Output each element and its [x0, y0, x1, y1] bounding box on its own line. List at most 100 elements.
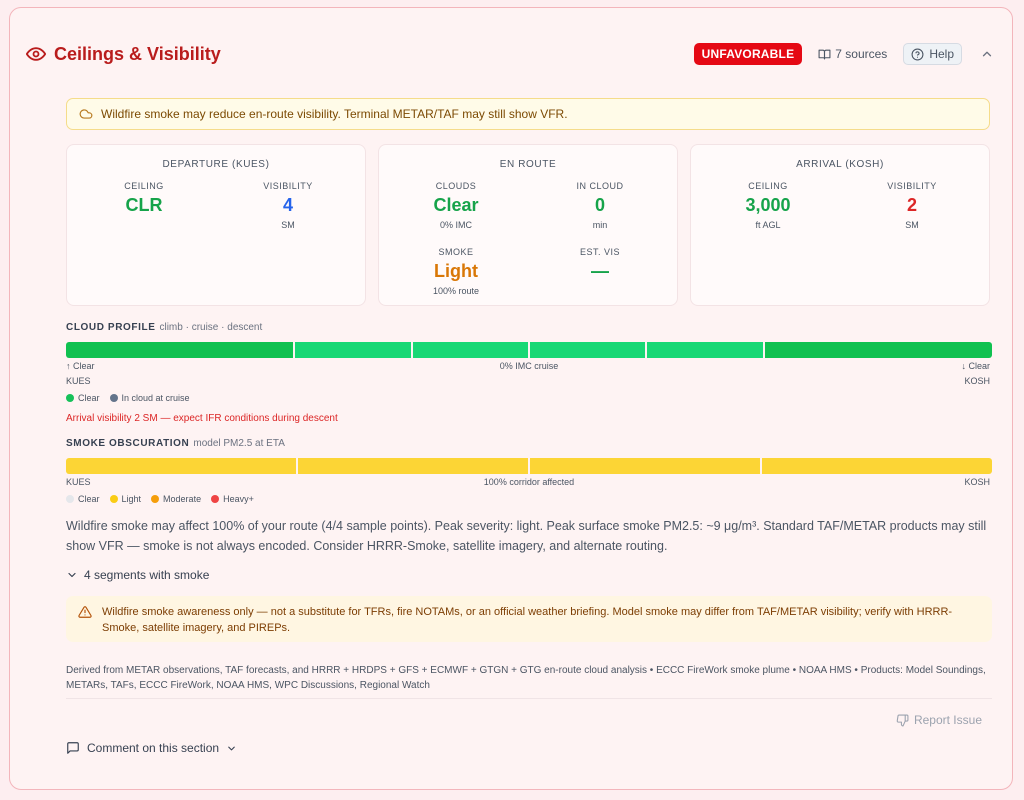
- legend-label: In cloud at cruise: [121, 393, 190, 403]
- bar-segment: [66, 458, 298, 474]
- arrival-title: ARRIVAL (KOSH): [796, 159, 884, 170]
- book-icon: [818, 49, 831, 59]
- divider: [66, 698, 992, 699]
- departure-visibility-value: 4: [282, 195, 293, 215]
- bar-segment: [762, 458, 992, 474]
- legend-dot: [109, 394, 118, 402]
- cloud-profile-subtitle: climb · cruise · descent: [159, 322, 263, 333]
- enroute-incloud-unit: min: [592, 220, 608, 230]
- ceilings-visibility-card: Ceilings & Visibility UNFAVORABLE 7 sour…: [9, 7, 1013, 790]
- data-sources-text: Derived from METAR observations, TAF for…: [66, 665, 986, 691]
- departure-ceiling-value: CLR: [125, 195, 163, 215]
- departure-title: DEPARTURE (KUES): [162, 159, 270, 170]
- departure-ceiling: CEILING CLR: [69, 181, 219, 217]
- bar-segment: [764, 342, 992, 358]
- collapse-button[interactable]: [978, 45, 996, 63]
- segments-toggle[interactable]: 4 segments with smoke: [66, 568, 209, 582]
- enroute-incloud: IN CLOUD 0 min: [525, 181, 675, 230]
- enroute-clouds: CLOUDS Clear 0% IMC: [381, 181, 531, 230]
- bar-segment: [412, 342, 531, 358]
- arrival-ceiling-value: 3,000: [745, 195, 791, 215]
- legend-label: Light: [121, 494, 142, 504]
- arrival-panel: ARRIVAL (KOSH) CEILING 3,000 ft AGL VISI…: [690, 144, 990, 306]
- arrival-ceiling-label: CEILING: [748, 181, 788, 191]
- chevron-down-icon: [68, 572, 76, 578]
- eye-icon: [26, 47, 46, 61]
- enroute-clouds-value: Clear: [433, 195, 479, 215]
- departure-visibility: VISIBILITY 4 SM: [213, 181, 363, 230]
- enroute-incloud-label: IN CLOUD: [576, 181, 624, 191]
- legend-dot: [151, 495, 160, 503]
- enroute-title: EN ROUTE: [499, 159, 557, 170]
- smoke-heading: SMOKE OBSCURATION model PM2.5 at ETA: [66, 438, 285, 449]
- chevron-up-icon: [982, 51, 992, 57]
- arrival-ceiling-unit: ft AGL: [755, 220, 781, 230]
- legend-item-heavy: Heavy+: [211, 494, 254, 504]
- legend-item-moderate: Moderate: [151, 494, 201, 504]
- section-title[interactable]: Ceilings & Visibility: [26, 44, 221, 65]
- legend-item-clear: Clear: [66, 393, 100, 403]
- disclaimer-notice: Wildfire smoke awareness only — not a su…: [66, 596, 992, 642]
- legend-dot: [109, 495, 118, 503]
- smoke-to: KOSH: [964, 477, 990, 487]
- cloud-profile-center-note: 0% IMC cruise: [499, 361, 559, 371]
- departure-visibility-label: VISIBILITY: [263, 181, 313, 191]
- enroute-incloud-value: 0: [594, 195, 605, 215]
- disclaimer-text: Wildfire smoke awareness only — not a su…: [102, 606, 953, 634]
- report-issue-label: Report Issue: [913, 713, 982, 727]
- enroute-smoke-label: SMOKE: [438, 247, 474, 257]
- bar-segment: [295, 342, 413, 358]
- smoke-bar: [66, 458, 992, 474]
- smoke-legend: Clear Light Moderate Heavy+: [66, 494, 254, 504]
- enroute-clouds-sub: 0% IMC: [439, 220, 472, 230]
- warning-triangle-icon: [78, 606, 92, 618]
- bar-segment: [647, 342, 765, 358]
- smoke-center-note: 100% corridor affected: [483, 477, 575, 487]
- enroute-panel: EN ROUTE CLOUDS Clear 0% IMC IN CLOUD 0 …: [378, 144, 678, 306]
- help-button[interactable]: Help: [903, 43, 962, 65]
- report-issue-button[interactable]: Report Issue: [896, 713, 982, 727]
- legend-label: Clear: [78, 494, 100, 504]
- arrival-visibility-unit: SM: [905, 220, 919, 230]
- cloud-smoke-icon: [79, 109, 93, 119]
- message-square-icon: [67, 742, 79, 754]
- cloud-profile-to: KOSH: [964, 376, 990, 386]
- section-title-text: Ceilings & Visibility: [54, 43, 221, 64]
- comment-label: Comment on this section: [87, 741, 220, 755]
- legend-dot: [66, 394, 74, 402]
- comment-toggle[interactable]: Comment on this section: [66, 741, 237, 755]
- segments-toggle-label: 4 segments with smoke: [84, 568, 210, 582]
- cloud-profile-bar: [66, 342, 992, 358]
- enroute-smoke-value: Light: [434, 261, 478, 281]
- smoke-alert: Wildfire smoke may reduce en-route visib…: [66, 98, 990, 130]
- bar-segment: [298, 458, 530, 474]
- help-circle-icon: [911, 48, 924, 60]
- smoke-summary: Wildfire smoke may affect 100% of your r…: [66, 519, 987, 553]
- cloud-profile-right-note: ↓ Clear: [961, 361, 990, 371]
- bar-segment: [530, 458, 762, 474]
- thumbs-down-icon: [896, 714, 909, 726]
- enroute-smoke-sub: 100% route: [432, 286, 480, 296]
- section-header: Ceilings & Visibility UNFAVORABLE 7 sour…: [26, 40, 996, 68]
- legend-dot: [211, 495, 220, 503]
- legend-label: Moderate: [163, 494, 202, 504]
- legend-item-in-cloud: In cloud at cruise: [109, 393, 190, 403]
- cloud-profile-title: CLOUD PROFILE: [66, 322, 156, 333]
- arrival-ifr-warning: Arrival visibility 2 SM — expect IFR con…: [66, 413, 338, 424]
- legend-dot: [66, 495, 74, 503]
- arrival-visibility-value: 2: [906, 195, 917, 215]
- sources-button[interactable]: 7 sources: [818, 47, 887, 61]
- legend-item-clear: Clear: [66, 494, 100, 504]
- enroute-estvis-value: —: [591, 261, 609, 281]
- bar-segment: [66, 342, 296, 358]
- cloud-profile-from: KUES: [66, 376, 91, 386]
- arrival-ceiling: CEILING 3,000 ft AGL: [693, 181, 843, 230]
- enroute-estvis-label: EST. VIS: [579, 247, 620, 257]
- chevron-down-icon: [228, 746, 235, 750]
- departure-panel: DEPARTURE (KUES) CEILING CLR VISIBILITY …: [66, 144, 366, 306]
- alert-text: Wildfire smoke may reduce en-route visib…: [101, 107, 568, 121]
- smoke-subtitle: model PM2.5 at ETA: [193, 438, 285, 449]
- departure-ceiling-label: CEILING: [124, 181, 164, 191]
- status-badge: UNFAVORABLE: [693, 43, 803, 65]
- sources-label: 7 sources: [835, 47, 888, 61]
